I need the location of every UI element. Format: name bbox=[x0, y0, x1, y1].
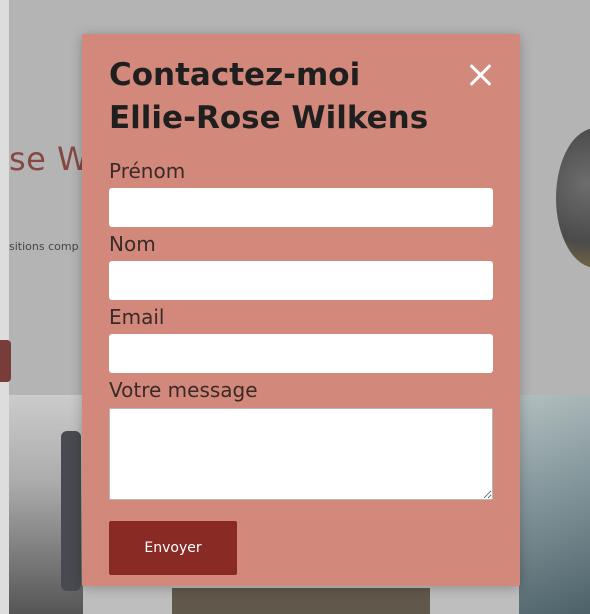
email-label: Email bbox=[109, 305, 165, 329]
modal-title-line-1: Contactez-moi bbox=[109, 57, 361, 93]
modal-title: Contactez-moi Ellie-Rose Wilkens bbox=[109, 54, 449, 140]
message-textarea[interactable] bbox=[109, 408, 493, 500]
message-label: Votre message bbox=[109, 378, 258, 402]
nom-input[interactable] bbox=[109, 261, 493, 300]
prenom-label: Prénom bbox=[109, 159, 186, 183]
nom-label: Nom bbox=[109, 232, 156, 256]
close-icon[interactable] bbox=[466, 60, 496, 90]
modal-title-line-2: Ellie-Rose Wilkens bbox=[109, 100, 429, 136]
submit-button[interactable]: Envoyer bbox=[109, 521, 237, 575]
contact-modal: Contactez-moi Ellie-Rose Wilkens Prénom … bbox=[82, 34, 520, 586]
email-input[interactable] bbox=[109, 334, 493, 373]
prenom-input[interactable] bbox=[109, 188, 493, 227]
